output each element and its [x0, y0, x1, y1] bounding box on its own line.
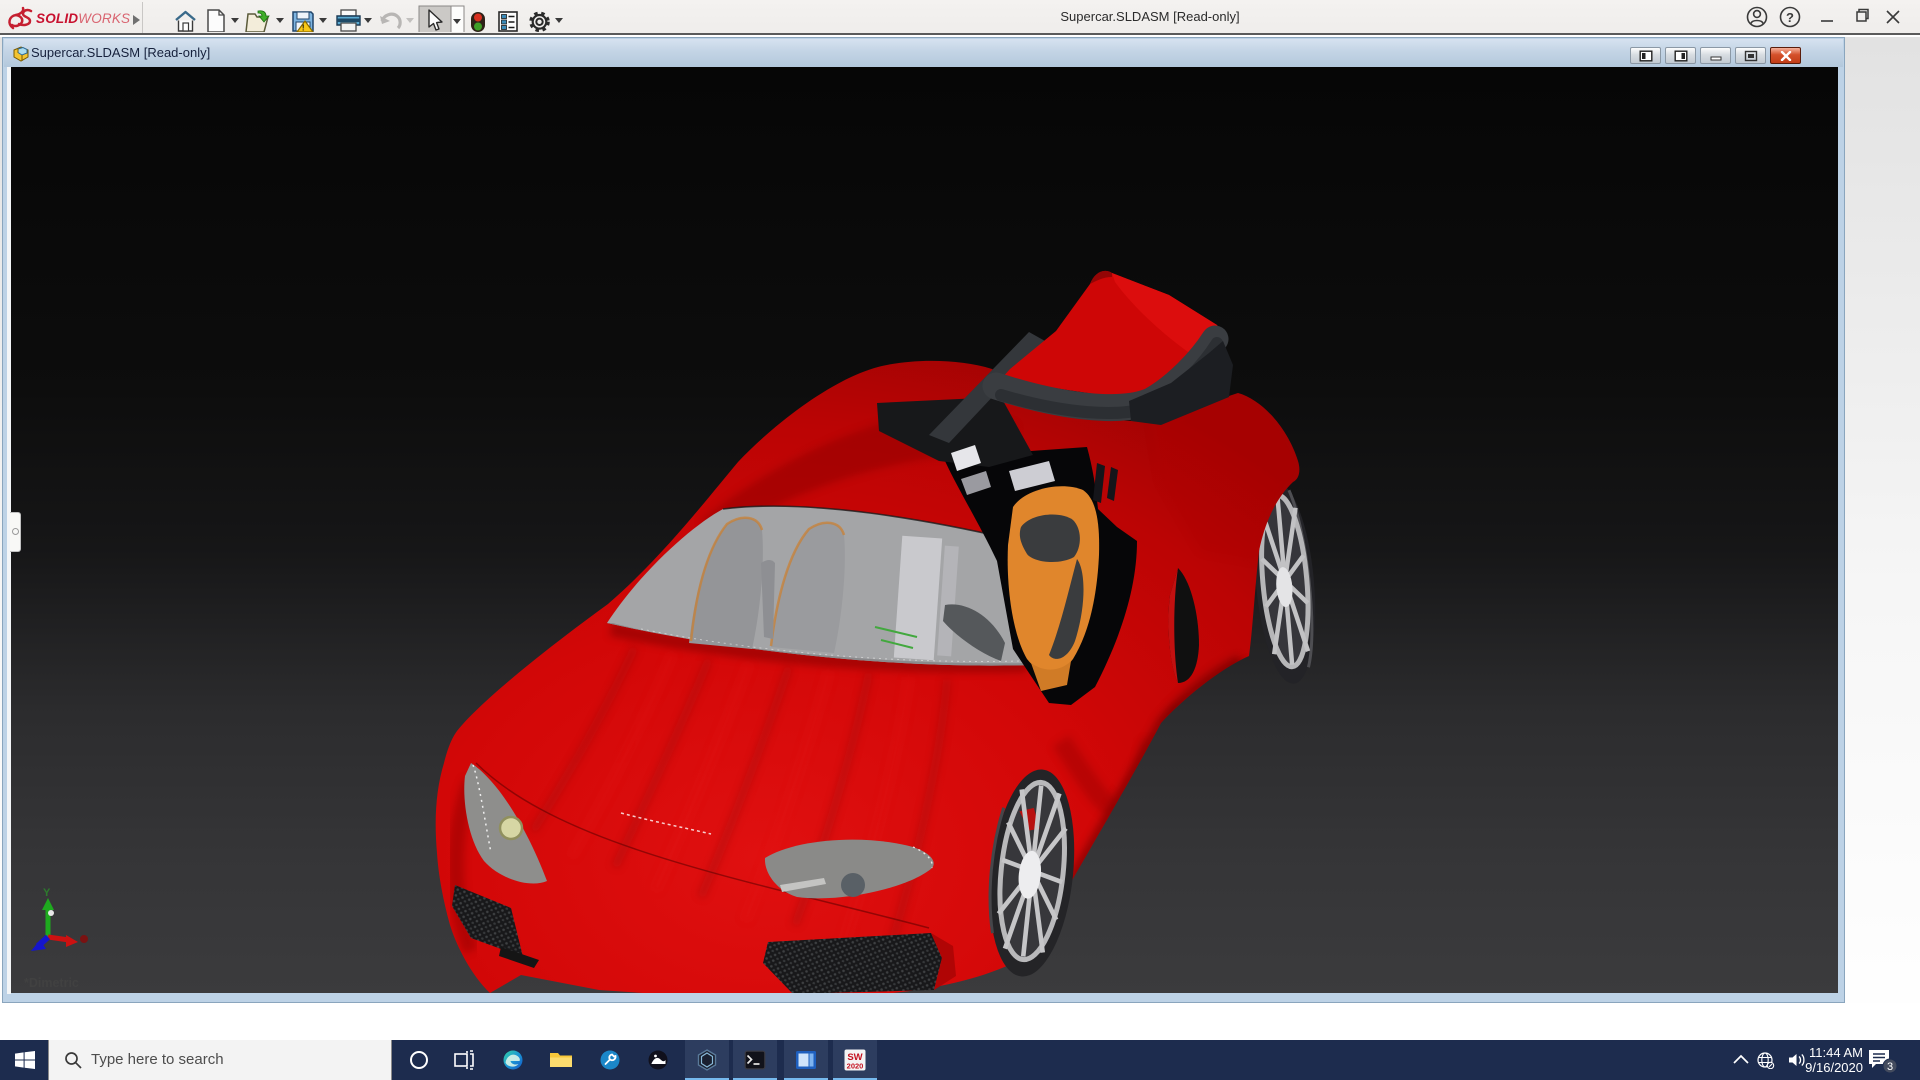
svg-text:Y: Y: [43, 887, 51, 899]
svg-text:?: ?: [1786, 10, 1794, 25]
svg-text:2020: 2020: [847, 1062, 864, 1071]
svg-text:3: 3: [1887, 1061, 1893, 1073]
svg-text:!: !: [302, 24, 305, 33]
svg-text:SOLIDWORKS: SOLIDWORKS: [36, 11, 130, 26]
